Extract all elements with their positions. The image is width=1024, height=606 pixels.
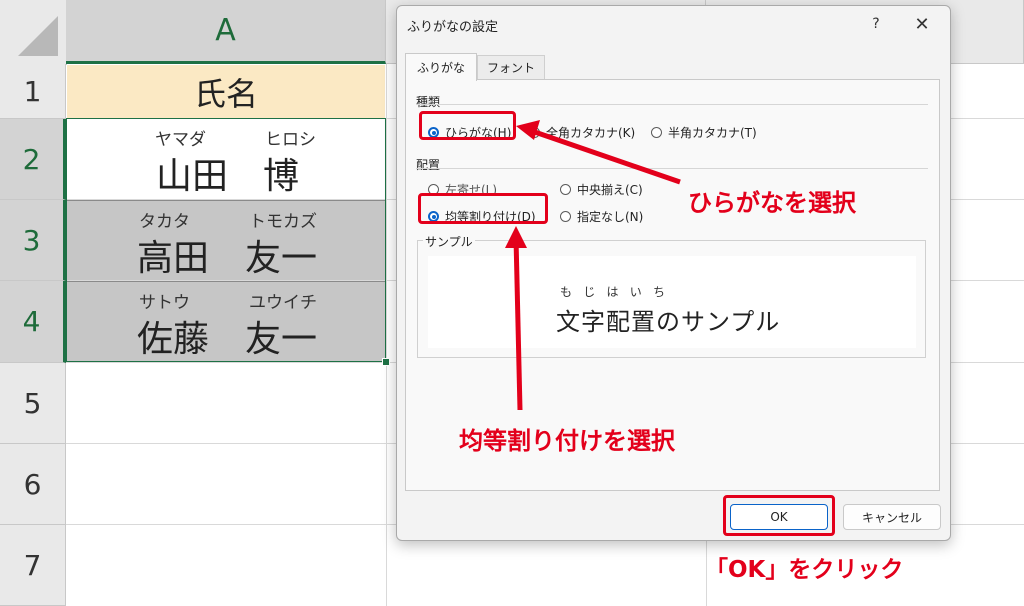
highlight-hiragana bbox=[419, 111, 516, 140]
last-name: 佐藤 bbox=[137, 319, 210, 360]
align-group-label: 配置 bbox=[416, 158, 441, 172]
fill-handle[interactable] bbox=[382, 358, 390, 366]
last-name: 山田 bbox=[156, 156, 229, 197]
radio-label: 中央揃え(C) bbox=[577, 183, 643, 197]
radio-align-center[interactable]: 中央揃え(C) bbox=[560, 181, 643, 198]
select-all-corner[interactable] bbox=[0, 0, 67, 65]
tab-furigana[interactable]: ふりがな bbox=[405, 53, 477, 81]
radio-dot bbox=[529, 127, 540, 138]
highlight-ok bbox=[723, 495, 835, 536]
highlight-distributed bbox=[418, 193, 548, 224]
radio-label: 指定なし(N) bbox=[577, 210, 644, 224]
cell-a4[interactable]: サトウ ユウイチ 佐藤 友一 bbox=[67, 281, 385, 362]
first-name: 友一 bbox=[245, 238, 318, 279]
row-header-6[interactable]: 6 bbox=[0, 444, 66, 525]
tab-font[interactable]: フォント bbox=[477, 55, 545, 79]
radio-hankaku-katakana[interactable]: 半角カタカナ(T) bbox=[651, 124, 757, 141]
sample-ruby-char: も bbox=[560, 285, 573, 299]
radio-zenkaku-katakana[interactable]: 全角カタカナ(K) bbox=[529, 124, 635, 141]
select-all-triangle bbox=[18, 16, 58, 56]
row-header-2[interactable]: 2 bbox=[0, 119, 66, 200]
full-name: 佐藤 友一 bbox=[67, 310, 385, 360]
sample-ruby-char: ち bbox=[652, 285, 665, 299]
first-name: 博 bbox=[263, 156, 300, 197]
radio-align-none[interactable]: 指定なし(N) bbox=[560, 208, 643, 225]
furigana-settings-dialog: ふりがなの設定 ? ✕ ふりがな フォント 種類 ひらがな(H) 全角カタカナ(… bbox=[396, 5, 951, 541]
radio-dot bbox=[651, 127, 662, 138]
sample-ruby-char: い bbox=[629, 285, 642, 299]
sample-text: 文字配置のサンプル bbox=[556, 308, 781, 336]
full-name: 高田 友一 bbox=[67, 229, 385, 279]
sample-preview: も じ は い ち 文字配置のサンプル bbox=[428, 256, 916, 348]
row-header-4[interactable]: 4 bbox=[0, 281, 66, 363]
callout-hiragana: ひらがなを選択 bbox=[688, 189, 856, 217]
help-button[interactable]: ? bbox=[863, 14, 889, 34]
furigana: ヤマダ ヒロシ bbox=[67, 125, 385, 150]
row-header-3[interactable]: 3 bbox=[0, 200, 66, 281]
cell-a3[interactable]: タカタ トモカズ 高田 友一 bbox=[67, 200, 385, 280]
last-name: 高田 bbox=[137, 238, 210, 279]
callout-ok: 「OK」をクリック bbox=[705, 557, 904, 583]
cell-a2[interactable]: ヤマダ ヒロシ 山田 博 bbox=[67, 119, 385, 199]
cancel-button[interactable]: キャンセル bbox=[843, 504, 941, 530]
divider bbox=[416, 168, 928, 169]
divider bbox=[416, 104, 928, 105]
column-header-a[interactable]: A bbox=[66, 0, 386, 64]
dialog-title: ふりがなの設定 bbox=[407, 20, 499, 35]
radio-dot bbox=[560, 211, 571, 222]
first-name: 友一 bbox=[245, 319, 318, 360]
row-header-7[interactable]: 7 bbox=[0, 525, 66, 606]
cell-a1-header[interactable]: 氏名 bbox=[67, 65, 385, 118]
sample-ruby-char: じ bbox=[583, 285, 596, 299]
close-button[interactable]: ✕ bbox=[909, 12, 935, 36]
sample-ruby-char: は bbox=[606, 285, 619, 299]
sample-furigana: も じ は い ち bbox=[560, 283, 665, 300]
furigana: サトウ ユウイチ bbox=[67, 288, 385, 313]
row-header-5[interactable]: 5 bbox=[0, 363, 66, 444]
furigana: タカタ トモカズ bbox=[67, 207, 385, 232]
row-header-1[interactable]: 1 bbox=[0, 64, 66, 119]
radio-dot bbox=[560, 184, 571, 195]
sample-label: サンプル bbox=[423, 233, 475, 250]
radio-label: 全角カタカナ(K) bbox=[546, 126, 636, 140]
radio-label: 半角カタカナ(T) bbox=[668, 126, 757, 140]
callout-distributed: 均等割り付けを選択 bbox=[459, 427, 675, 455]
type-group-label: 種類 bbox=[416, 95, 441, 109]
full-name: 山田 博 bbox=[67, 147, 385, 197]
